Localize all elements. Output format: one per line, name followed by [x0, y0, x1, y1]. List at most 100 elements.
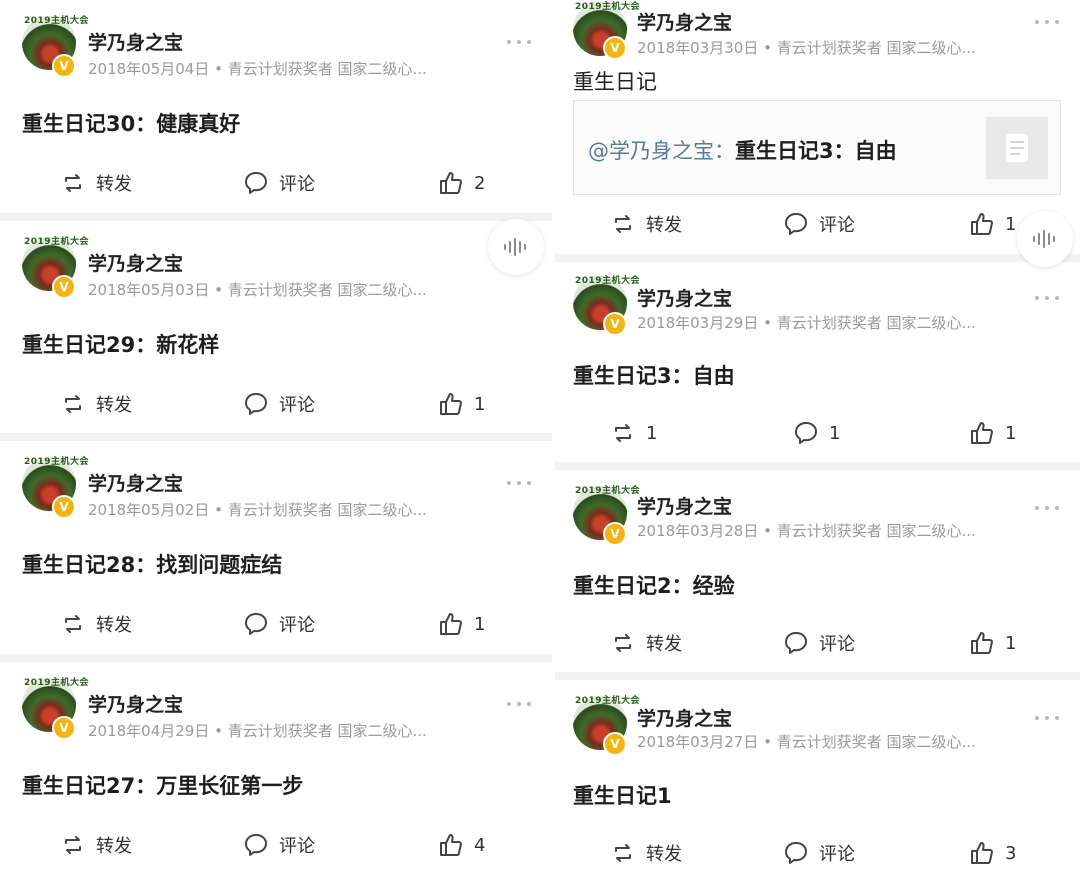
username[interactable]: 学乃身之宝	[637, 8, 732, 35]
post-meta: 2018年03月28日 • 青云计划获奖者 国家二级心...	[637, 522, 976, 540]
avatar[interactable]: 2019主机大会 V	[573, 276, 640, 336]
verified-badge-icon: V	[52, 716, 76, 740]
avatar[interactable]: 2019主机大会 V	[22, 237, 89, 299]
comment-label: 评论	[819, 634, 855, 655]
comment-label: 评论	[279, 395, 315, 416]
like-button[interactable]: 2	[438, 170, 485, 196]
repost-button[interactable]: 1	[610, 420, 657, 446]
repost-button[interactable]: 转发	[610, 630, 682, 656]
post-title[interactable]: 重生日记28：找到问题症结	[22, 549, 282, 579]
like-button[interactable]: 1	[969, 630, 1016, 656]
username[interactable]: 学乃身之宝	[88, 249, 183, 276]
comment-count: 1	[829, 422, 841, 444]
post-card[interactable]: 2019主机大会 V 学乃身之宝 2018年05月02日 • 青云计划获奖者 国…	[0, 441, 552, 654]
quoted-post[interactable]: @学乃身之宝：重生日记3：自由	[573, 100, 1061, 195]
like-button[interactable]: 1	[969, 420, 1016, 446]
avatar[interactable]: 2019主机大会 V	[573, 486, 641, 546]
post-meta: 2018年05月04日 • 青云计划获奖者 国家二级心...	[88, 60, 427, 78]
more-options-icon[interactable]	[507, 477, 531, 489]
like-count: 1	[1005, 422, 1017, 444]
voice-button[interactable]	[488, 219, 544, 275]
post-card[interactable]: 2019主机大会 V 学乃身之宝 2018年05月04日 • 青云计划获奖者 国…	[0, 0, 552, 213]
like-button[interactable]: 1	[438, 391, 485, 417]
comment-button[interactable]: 评论	[243, 391, 315, 417]
post-card[interactable]: 2019主机大会 V 学乃身之宝 2018年03月27日 • 青云计划获奖者 国…	[555, 680, 1080, 884]
post-card[interactable]: 2019主机大会 V 学乃身之宝 2018年05月03日 • 青云计划获奖者 国…	[0, 221, 552, 433]
more-options-icon[interactable]	[1035, 502, 1059, 514]
post-text[interactable]: 重生日记	[573, 66, 657, 96]
like-button[interactable]: 1	[969, 211, 1016, 237]
avatar[interactable]: 2019主机大会 V	[22, 457, 89, 519]
like-button[interactable]: 1	[438, 611, 485, 637]
repost-button[interactable]: 转发	[60, 391, 132, 417]
repost-icon	[65, 174, 81, 192]
username[interactable]: 学乃身之宝	[637, 704, 732, 731]
comment-button[interactable]: 评论	[243, 832, 315, 858]
repost-button[interactable]: 转发	[60, 170, 132, 196]
repost-icon	[615, 844, 631, 862]
comment-button[interactable]: 评论	[243, 170, 315, 196]
post-title[interactable]: 重生日记30：健康真好	[22, 108, 240, 138]
username[interactable]: 学乃身之宝	[88, 28, 183, 55]
more-options-icon[interactable]	[1035, 16, 1059, 28]
username[interactable]: 学乃身之宝	[637, 492, 732, 519]
avatar[interactable]: 2019主机大会 V	[573, 696, 641, 756]
avatar[interactable]: 2019主机大会 V	[22, 678, 89, 740]
verified-badge-icon: V	[52, 54, 76, 78]
comment-label: 评论	[819, 844, 855, 865]
comment-icon	[785, 213, 807, 235]
comment-icon	[785, 842, 807, 864]
more-options-icon[interactable]	[1035, 292, 1059, 304]
username[interactable]: 学乃身之宝	[88, 469, 183, 496]
quoted-post-text: @学乃身之宝：重生日记3：自由	[588, 135, 897, 165]
verified-badge-icon: V	[603, 312, 627, 336]
thumbs-up-icon	[971, 213, 993, 235]
more-options-icon[interactable]	[1035, 712, 1059, 724]
repost-label: 转发	[96, 836, 132, 857]
comment-button[interactable]: 评论	[783, 840, 855, 866]
document-thumbnail	[986, 117, 1048, 179]
thumbs-up-icon	[440, 834, 462, 856]
like-button[interactable]: 4	[438, 832, 485, 858]
repost-label: 转发	[646, 844, 682, 865]
post-card[interactable]: 2019主机大会 V 学乃身之宝 2018年03月28日 • 青云计划获奖者 国…	[555, 470, 1080, 672]
comment-icon	[785, 632, 807, 654]
avatar-caption: 2019主机大会	[575, 486, 641, 496]
post-meta: 2018年04月29日 • 青云计划获奖者 国家二级心...	[88, 722, 427, 740]
more-options-icon[interactable]	[507, 36, 531, 48]
post-meta: 2018年03月27日 • 青云计划获奖者 国家二级心...	[637, 733, 976, 751]
comment-button[interactable]: 1	[793, 420, 840, 446]
like-button[interactable]: 3	[969, 840, 1016, 866]
repost-button[interactable]: 转发	[610, 211, 682, 237]
voice-wave-icon	[504, 238, 526, 256]
comment-button[interactable]: 评论	[783, 211, 855, 237]
more-options-icon[interactable]	[507, 698, 531, 710]
username[interactable]: 学乃身之宝	[88, 690, 183, 717]
post-title[interactable]: 重生日记1	[573, 780, 672, 810]
repost-icon	[615, 634, 631, 652]
avatar-caption: 2019主机大会	[575, 696, 641, 706]
post-title[interactable]: 重生日记27：万里长征第一步	[22, 770, 303, 800]
post-title[interactable]: 重生日记2：经验	[573, 570, 735, 600]
comment-icon	[795, 422, 817, 444]
repost-button[interactable]: 转发	[60, 832, 132, 858]
avatar-caption: 2019主机大会	[575, 2, 641, 12]
voice-button[interactable]	[1017, 211, 1073, 267]
post-card[interactable]: 2019主机大会 V 学乃身之宝 2018年03月30日 • 青云计划获奖者 国…	[555, 0, 1080, 254]
quoted-post-user[interactable]: @学乃身之宝：	[588, 139, 735, 163]
post-title[interactable]: 重生日记29：新花样	[22, 329, 219, 359]
repost-button[interactable]: 转发	[610, 840, 682, 866]
comment-button[interactable]: 评论	[783, 630, 855, 656]
comment-button[interactable]: 评论	[243, 611, 315, 637]
comment-icon	[245, 172, 267, 194]
post-title[interactable]: 重生日记3：自由	[573, 360, 735, 390]
quoted-post-title: 重生日记3：自由	[735, 139, 897, 163]
avatar[interactable]: 2019主机大会 V	[573, 2, 641, 60]
avatar[interactable]: 2019主机大会 V	[22, 16, 89, 78]
post-meta: 2018年03月29日 • 青云计划获奖者 国家二级心...	[637, 314, 976, 332]
username[interactable]: 学乃身之宝	[637, 284, 732, 311]
post-card[interactable]: 2019主机大会 V 学乃身之宝 2018年03月29日 • 青云计划获奖者 国…	[555, 262, 1080, 462]
post-card[interactable]: 2019主机大会 V 学乃身之宝 2018年04月29日 • 青云计划获奖者 国…	[0, 662, 552, 884]
repost-button[interactable]: 转发	[60, 611, 132, 637]
comment-label: 评论	[819, 215, 855, 236]
